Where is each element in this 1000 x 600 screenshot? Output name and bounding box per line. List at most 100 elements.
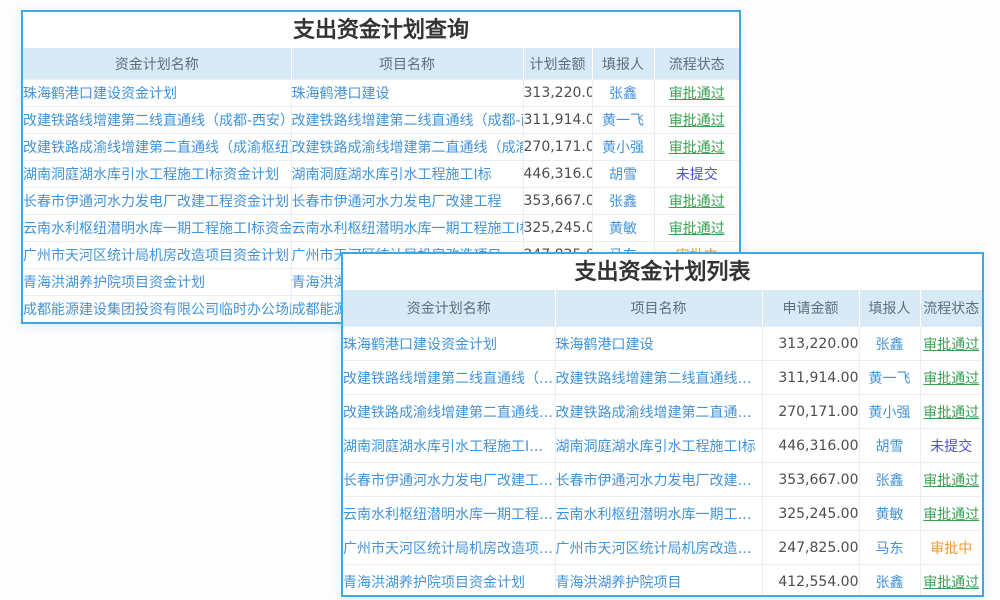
column-header: 填报人	[592, 48, 654, 80]
plan-name-link[interactable]: 改建铁路成渝线增建第二直通线（成渝枢纽）电力	[23, 134, 291, 161]
project-name-link[interactable]: 改建铁路成渝线增建第二直通线（成渝枢纽）	[291, 134, 523, 161]
column-header: 流程状态	[654, 48, 739, 80]
plan-name-link[interactable]: 长春市伊通河水力发电厂改建工程资金计划	[343, 463, 555, 497]
plan-name-link[interactable]: 青海洪湖养护院项目资金计划	[23, 269, 291, 296]
status-link[interactable]: 审批通过	[654, 215, 739, 242]
column-header: 计划金额	[523, 48, 592, 80]
column-header: 资金计划名称	[343, 290, 555, 327]
reporter-link[interactable]: 黄小强	[859, 395, 920, 429]
status-link[interactable]: 审批通过	[654, 188, 739, 215]
reporter-link[interactable]: 黄小强	[592, 134, 654, 161]
project-name-link[interactable]: 广州市天河区统计局机房改造项目	[555, 531, 762, 565]
amount-cell: 313,220.00	[523, 80, 592, 107]
column-header: 填报人	[859, 290, 920, 327]
status-link[interactable]: 审批通过	[920, 497, 982, 531]
status-link[interactable]: 审批通过	[920, 361, 982, 395]
reporter-link[interactable]: 胡雪	[859, 429, 920, 463]
plan-name-link[interactable]: 珠海鹤港口建设资金计划	[343, 327, 555, 361]
list-panel-title: 支出资金计划列表	[343, 254, 982, 290]
table-row: 改建铁路成渝线增建第二直通线（成渝枢纽）电力改建铁路成渝线增建第二直通线（成渝枢…	[343, 395, 982, 429]
plan-name-link[interactable]: 改建铁路线增建第二线直通线（成都-西安）电力	[23, 107, 291, 134]
project-name-link[interactable]: 湖南洞庭湖水库引水工程施工I标	[291, 161, 523, 188]
project-name-link[interactable]: 改建铁路线增建第二线直通线（成都-西安）	[555, 361, 762, 395]
table-row: 改建铁路线增建第二线直通线（成都-西安）电力改建铁路线增建第二线直通线（成都-西…	[23, 107, 739, 134]
plan-name-link[interactable]: 改建铁路成渝线增建第二直通线（成渝枢纽）电力	[343, 395, 555, 429]
list-table-header-row: 资金计划名称项目名称申请金额填报人流程状态	[343, 290, 982, 327]
plan-name-link[interactable]: 长春市伊通河水力发电厂改建工程资金计划	[23, 188, 291, 215]
status-link[interactable]: 审批通过	[654, 80, 739, 107]
reporter-link[interactable]: 黄敏	[859, 497, 920, 531]
column-header: 资金计划名称	[23, 48, 291, 80]
amount-cell: 311,914.00	[523, 107, 592, 134]
amount-cell: 313,220.00	[762, 327, 859, 361]
table-row: 改建铁路线增建第二线直通线（成都-西安）电力改建铁路线增建第二线直通线（成都-西…	[343, 361, 982, 395]
status-link[interactable]: 审批通过	[654, 107, 739, 134]
status-link[interactable]: 审批通过	[920, 463, 982, 497]
amount-cell: 446,316.00	[523, 161, 592, 188]
amount-cell: 325,245.00	[523, 215, 592, 242]
reporter-link[interactable]: 黄敏	[592, 215, 654, 242]
plan-name-link[interactable]: 云南水利枢纽潜明水库一期工程施工I标资金计划	[23, 215, 291, 242]
amount-cell: 270,171.00	[523, 134, 592, 161]
column-header: 申请金额	[762, 290, 859, 327]
reporter-link[interactable]: 张鑫	[859, 463, 920, 497]
amount-cell: 270,171.00	[762, 395, 859, 429]
reporter-link[interactable]: 张鑫	[592, 80, 654, 107]
amount-cell: 311,914.00	[762, 361, 859, 395]
project-name-link[interactable]: 改建铁路成渝线增建第二直通线（成渝枢纽）	[555, 395, 762, 429]
query-panel-title: 支出资金计划查询	[23, 12, 739, 48]
plan-name-link[interactable]: 青海洪湖养护院项目资金计划	[343, 565, 555, 598]
table-row: 长春市伊通河水力发电厂改建工程资金计划长春市伊通河水力发电厂改建工程353,66…	[23, 188, 739, 215]
column-header: 流程状态	[920, 290, 982, 327]
reporter-link[interactable]: 张鑫	[859, 565, 920, 598]
amount-cell: 325,245.00	[762, 497, 859, 531]
table-row: 珠海鹤港口建设资金计划珠海鹤港口建设313,220.00张鑫审批通过	[23, 80, 739, 107]
project-name-link[interactable]: 云南水利枢纽潜明水库一期工程施工I标	[555, 497, 762, 531]
table-row: 青海洪湖养护院项目资金计划青海洪湖养护院项目412,554.00张鑫审批通过	[343, 565, 982, 598]
table-row: 云南水利枢纽潜明水库一期工程施工I标资金计划云南水利枢纽潜明水库一期工程施工I标…	[23, 215, 739, 242]
status-link[interactable]: 审批通过	[920, 395, 982, 429]
project-name-link[interactable]: 云南水利枢纽潜明水库一期工程施工I标	[291, 215, 523, 242]
project-name-link[interactable]: 珠海鹤港口建设	[555, 327, 762, 361]
reporter-link[interactable]: 张鑫	[859, 327, 920, 361]
status-link[interactable]: 审批中	[920, 531, 982, 565]
reporter-link[interactable]: 胡雪	[592, 161, 654, 188]
project-name-link[interactable]: 湖南洞庭湖水库引水工程施工I标	[555, 429, 762, 463]
status-link[interactable]: 未提交	[654, 161, 739, 188]
list-table: 资金计划名称项目名称申请金额填报人流程状态 珠海鹤港口建设资金计划珠海鹤港口建设…	[343, 290, 982, 597]
project-name-link[interactable]: 改建铁路线增建第二线直通线（成都-西安）	[291, 107, 523, 134]
reporter-link[interactable]: 张鑫	[592, 188, 654, 215]
table-row: 广州市天河区统计局机房改造项目资金计划广州市天河区统计局机房改造项目247,82…	[343, 531, 982, 565]
amount-cell: 353,667.00	[762, 463, 859, 497]
status-link[interactable]: 审批通过	[920, 565, 982, 598]
amount-cell: 446,316.00	[762, 429, 859, 463]
reporter-link[interactable]: 马东	[859, 531, 920, 565]
status-link[interactable]: 未提交	[920, 429, 982, 463]
table-row: 长春市伊通河水力发电厂改建工程资金计划长春市伊通河水力发电厂改建工程353,66…	[343, 463, 982, 497]
amount-cell: 247,825.00	[762, 531, 859, 565]
reporter-link[interactable]: 黄一飞	[592, 107, 654, 134]
project-name-link[interactable]: 青海洪湖养护院项目	[555, 565, 762, 598]
plan-name-link[interactable]: 湖南洞庭湖水库引水工程施工I标资金计划	[23, 161, 291, 188]
column-header: 项目名称	[291, 48, 523, 80]
project-name-link[interactable]: 长春市伊通河水力发电厂改建工程	[555, 463, 762, 497]
expenditure-plan-list-panel: 支出资金计划列表 资金计划名称项目名称申请金额填报人流程状态 珠海鹤港口建设资金…	[341, 252, 984, 597]
plan-name-link[interactable]: 湖南洞庭湖水库引水工程施工I标资金计划	[343, 429, 555, 463]
plan-name-link[interactable]: 成都能源建设集团投资有限公司临时办公场所装	[23, 296, 291, 323]
table-row: 珠海鹤港口建设资金计划珠海鹤港口建设313,220.00张鑫审批通过	[343, 327, 982, 361]
plan-name-link[interactable]: 广州市天河区统计局机房改造项目资金计划	[23, 242, 291, 269]
plan-name-link[interactable]: 广州市天河区统计局机房改造项目资金计划	[343, 531, 555, 565]
status-link[interactable]: 审批通过	[654, 134, 739, 161]
amount-cell: 412,554.00	[762, 565, 859, 598]
status-link[interactable]: 审批通过	[920, 327, 982, 361]
reporter-link[interactable]: 黄一飞	[859, 361, 920, 395]
table-row: 湖南洞庭湖水库引水工程施工I标资金计划湖南洞庭湖水库引水工程施工I标446,31…	[23, 161, 739, 188]
project-name-link[interactable]: 珠海鹤港口建设	[291, 80, 523, 107]
plan-name-link[interactable]: 改建铁路线增建第二线直通线（成都-西安）电力	[343, 361, 555, 395]
column-header: 项目名称	[555, 290, 762, 327]
plan-name-link[interactable]: 云南水利枢纽潜明水库一期工程施工I标资金计划	[343, 497, 555, 531]
table-row: 湖南洞庭湖水库引水工程施工I标资金计划湖南洞庭湖水库引水工程施工I标446,31…	[343, 429, 982, 463]
plan-name-link[interactable]: 珠海鹤港口建设资金计划	[23, 80, 291, 107]
screen: 支出资金计划查询 资金计划名称项目名称计划金额填报人流程状态 珠海鹤港口建设资金…	[0, 0, 1000, 600]
project-name-link[interactable]: 长春市伊通河水力发电厂改建工程	[291, 188, 523, 215]
